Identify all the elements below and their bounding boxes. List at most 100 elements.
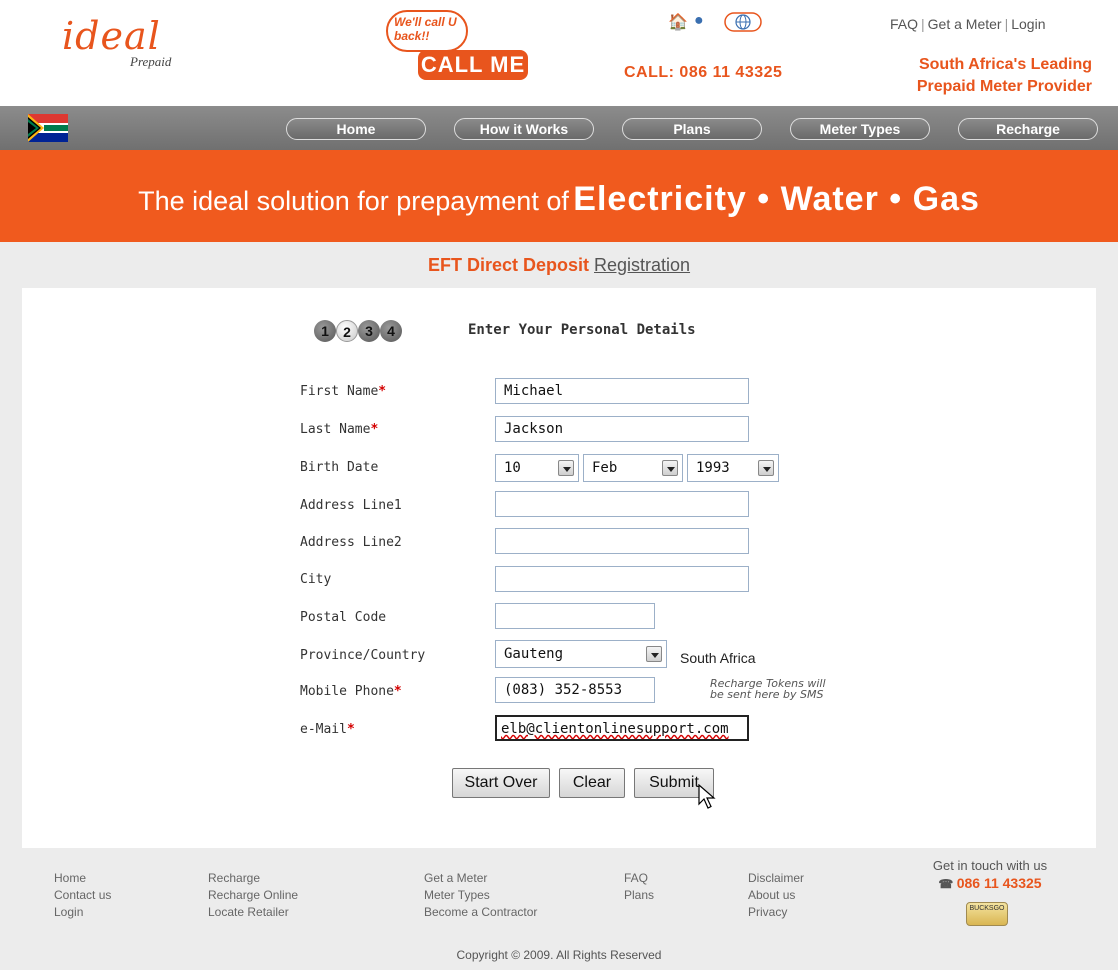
footer-link-plans[interactable]: Plans	[624, 887, 654, 904]
nav-recharge[interactable]: Recharge	[958, 118, 1098, 140]
footer-link-meter-types[interactable]: Meter Types	[424, 887, 537, 904]
phone-icon: ☎	[938, 877, 957, 891]
banner-products: Electricity • Water • Gas	[573, 180, 980, 218]
page-title: EFT Direct Deposit Registration	[0, 242, 1118, 288]
footer-col-5: Disclaimer About us Privacy	[748, 870, 804, 921]
copyright: Copyright © 2009. All Rights Reserved	[456, 948, 662, 962]
south-africa-flag-icon[interactable]	[28, 114, 68, 142]
nav-home[interactable]: Home	[286, 118, 426, 140]
contact-number: ☎ 086 11 43325	[938, 875, 1042, 891]
dropdown-arrow-icon[interactable]	[646, 646, 662, 662]
dropdown-arrow-icon[interactable]	[558, 460, 574, 476]
banner-lead: The ideal solution for prepayment of	[138, 186, 569, 216]
mobile-phone-label: Mobile Phone*	[300, 684, 402, 699]
clear-button[interactable]: Clear	[559, 768, 625, 798]
birth-day-select[interactable]: 10	[495, 454, 579, 482]
site-header: ideal Prepaid We'll call U back!! CALL M…	[0, 0, 1118, 106]
footer-col-1: Home Contact us Login	[54, 870, 111, 921]
city-input[interactable]	[495, 566, 749, 592]
birth-year-select[interactable]: 1993	[687, 454, 779, 482]
globe-phone-icon[interactable]: ●	[694, 12, 704, 30]
address-line1-input[interactable]	[495, 491, 749, 517]
nav-meter-types[interactable]: Meter Types	[790, 118, 930, 140]
step-2-active: 2	[336, 320, 358, 342]
toplink-separator: |	[1004, 16, 1009, 32]
callback-bubble-text: We'll call U back!!	[394, 15, 457, 43]
footer-col-4: FAQ Plans	[624, 870, 654, 904]
toplink-login[interactable]: Login	[1011, 16, 1045, 32]
postal-code-label: Postal Code	[300, 610, 387, 625]
mouse-pointer-icon	[698, 784, 716, 809]
birth-month-select[interactable]: Feb	[583, 454, 683, 482]
address-line2-label: Address Line2	[300, 535, 402, 550]
footer-link-become-contractor[interactable]: Become a Contractor	[424, 904, 537, 921]
footer-link-faq[interactable]: FAQ	[624, 870, 654, 887]
toplink-get-a-meter[interactable]: Get a Meter	[928, 16, 1002, 32]
page-title-eft: EFT Direct Deposit	[427, 255, 589, 275]
step-indicator: 1 2 3 4	[314, 320, 424, 342]
logo-word: ideal	[62, 14, 161, 58]
callback-speech-bubble: We'll call U back!!	[386, 10, 468, 52]
footer-link-recharge-online[interactable]: Recharge Online	[208, 887, 298, 904]
email-input-text: elb@clientonlinesupport.com	[501, 721, 729, 737]
address-line2-input[interactable]	[495, 528, 749, 554]
footer-contact: Get in touch with us ☎ 086 11 43325 BUCK…	[900, 858, 1080, 926]
footer-link-locate-retailer[interactable]: Locate Retailer	[208, 904, 298, 921]
postal-code-input[interactable]	[495, 603, 655, 629]
email-input[interactable]: elb@clientonlinesupport.com	[495, 715, 749, 741]
logo-subtitle: Prepaid	[130, 54, 172, 69]
toplink-faq[interactable]: FAQ	[890, 16, 918, 32]
tagline-line2: Prepaid Meter Provider	[916, 78, 1092, 95]
footer-link-get-a-meter[interactable]: Get a Meter	[424, 870, 537, 887]
call-me-button[interactable]: CALL ME	[418, 50, 528, 80]
province-label: Province/Country	[300, 648, 426, 663]
dropdown-arrow-icon[interactable]	[662, 460, 678, 476]
required-marker: *	[346, 722, 355, 737]
footer-link-contact-us[interactable]: Contact us	[54, 887, 111, 904]
first-name-label: First Name*	[300, 384, 387, 399]
footer-link-disclaimer[interactable]: Disclaimer	[748, 870, 804, 887]
first-name-input[interactable]: Michael	[495, 378, 749, 404]
footer-link-about-us[interactable]: About us	[748, 887, 804, 904]
nav-plans[interactable]: Plans	[622, 118, 762, 140]
required-marker: *	[370, 422, 379, 437]
ideal-prepaid-logo[interactable]: ideal Prepaid	[62, 14, 212, 74]
step-3: 3	[358, 320, 380, 342]
footer-link-home[interactable]: Home	[54, 870, 111, 887]
footer-col-3: Get a Meter Meter Types Become a Contrac…	[424, 870, 537, 921]
banner-text: The ideal solution for prepayment of Ele…	[0, 180, 1118, 219]
top-links: FAQ | Get a Meter | Login	[890, 16, 1045, 32]
tagline: South Africa's Leading Prepaid Meter Pro…	[860, 54, 1092, 98]
last-name-input[interactable]: Jackson	[495, 416, 749, 442]
step-4: 4	[380, 320, 402, 342]
call-me-widget[interactable]: We'll call U back!! CALL ME	[376, 6, 556, 88]
footer-link-recharge[interactable]: Recharge	[208, 870, 298, 887]
contact-title: Get in touch with us	[932, 858, 1048, 873]
dropdown-arrow-icon[interactable]	[758, 460, 774, 476]
last-name-label: Last Name*	[300, 422, 379, 437]
nav-how-it-works[interactable]: How it Works	[454, 118, 594, 140]
page-title-registration-link[interactable]: Registration	[594, 255, 690, 275]
main-nav: Home How it Works Plans Meter Types Rech…	[0, 106, 1118, 150]
mobile-hint: Recharge Tokens will be sent here by SMS	[710, 677, 826, 701]
promo-banner: The ideal solution for prepayment of Ele…	[0, 150, 1118, 242]
bucksgo-partner-badge[interactable]: BUCKSGO	[966, 902, 1008, 926]
province-select[interactable]: Gauteng	[495, 640, 667, 668]
required-marker: *	[393, 684, 402, 699]
footer-link-privacy[interactable]: Privacy	[748, 904, 804, 921]
step-1: 1	[314, 320, 336, 342]
step-title: Enter Your Personal Details	[468, 322, 696, 338]
start-over-button[interactable]: Start Over	[452, 768, 550, 798]
tagline-line1: South Africa's Leading	[918, 56, 1092, 73]
toplink-separator: |	[921, 16, 925, 32]
site-footer: Home Contact us Login Recharge Recharge …	[0, 848, 1118, 970]
address-line1-label: Address Line1	[300, 498, 402, 513]
email-label: e-Mail*	[300, 722, 355, 737]
birth-date-label: Birth Date	[300, 460, 379, 475]
home-icon[interactable]: 🏠	[668, 12, 688, 32]
country-text: South Africa	[680, 650, 756, 666]
footer-link-login[interactable]: Login	[54, 904, 111, 921]
footer-col-2: Recharge Recharge Online Locate Retailer	[208, 870, 298, 921]
mobile-phone-input[interactable]: (083) 352-8553	[495, 677, 655, 703]
language-globe-icon[interactable]	[724, 12, 762, 37]
